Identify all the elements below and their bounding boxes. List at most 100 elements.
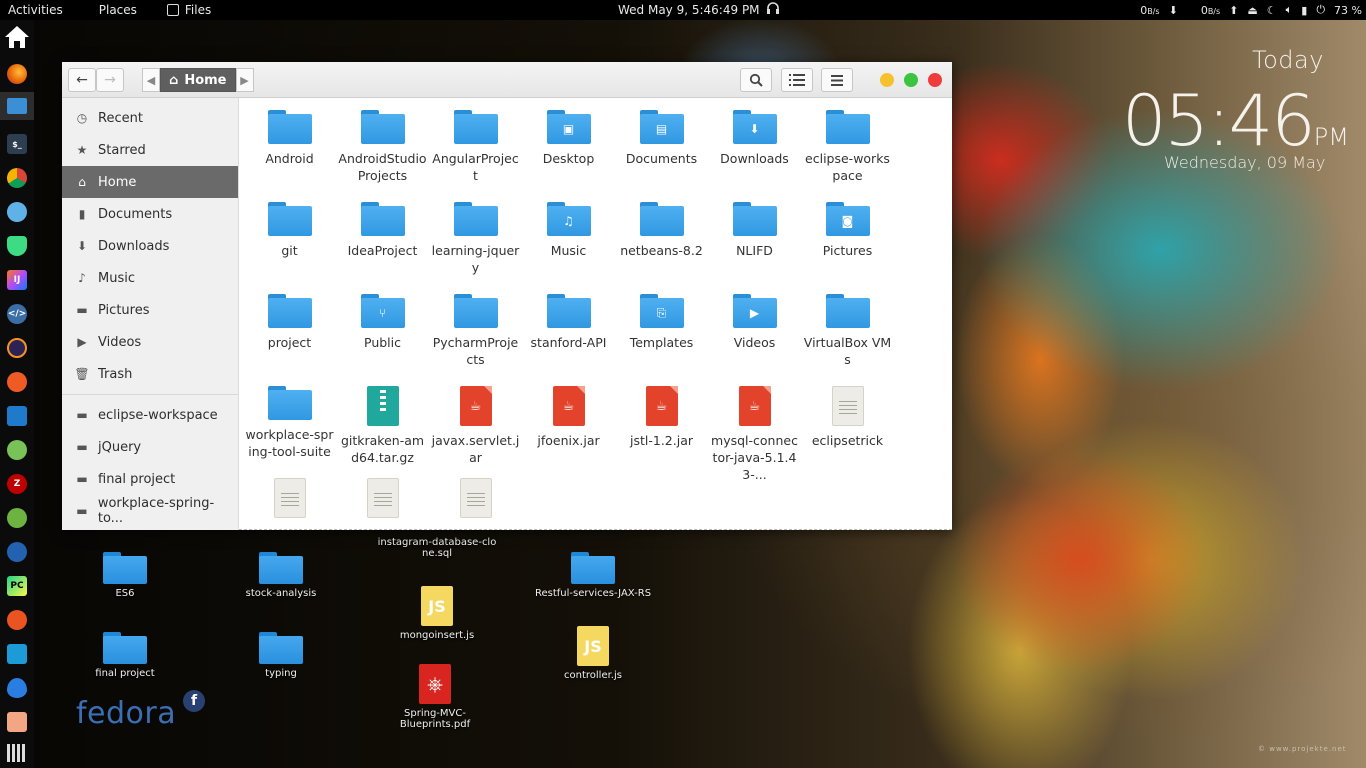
eject-icon[interactable]: ⏏ <box>1247 4 1257 17</box>
folder-item[interactable]: git <box>243 202 336 294</box>
path-scroll-left[interactable]: ◀ <box>142 68 160 92</box>
sidebar-item-trash[interactable]: 🗑︎ Trash <box>62 358 238 390</box>
file-item[interactable]: eclipsetrick <box>801 386 894 478</box>
monitor-icon[interactable] <box>7 542 27 562</box>
folder-item[interactable]: ⑂ Public <box>336 294 429 386</box>
desktop-js-file[interactable]: JS controller.js <box>533 626 653 681</box>
file-item[interactable] <box>336 478 429 530</box>
desktop-folder[interactable]: typing <box>221 632 341 679</box>
power-icon[interactable]: ⏻ <box>1316 3 1325 17</box>
home-dock-icon[interactable] <box>4 24 30 50</box>
clock[interactable]: Wed May 9, 5:46:49 PM <box>618 3 760 17</box>
places-menu[interactable]: Places <box>91 3 145 17</box>
file-item[interactable]: ☕︎ mysql-connector-java-5.1.43-... <box>708 386 801 482</box>
path-scroll-right[interactable]: ▶ <box>235 68 254 92</box>
drop-icon[interactable] <box>7 678 27 698</box>
files-app-menu[interactable]: Files <box>159 3 219 17</box>
list-view-button[interactable] <box>781 68 813 92</box>
folder-icon: ⬇ <box>732 110 777 144</box>
sidebar-item-home[interactable]: ⌂ Home <box>62 166 238 198</box>
folder-item[interactable]: workplace-spring-tool-suite <box>243 386 336 478</box>
folder-item[interactable]: NLIFD <box>708 202 801 294</box>
folder-item[interactable]: ▣ Desktop <box>522 110 615 202</box>
sidebar-item-videos[interactable]: ▶ Videos <box>62 326 238 358</box>
sidebar-item-downloads[interactable]: ⬇ Downloads <box>62 230 238 262</box>
folder-item[interactable]: IdeaProject <box>336 202 429 294</box>
activities-button[interactable]: Activities <box>0 3 71 17</box>
sidebar-bookmark[interactable]: ▬ eclipse-workspace <box>62 399 238 431</box>
maximize-button[interactable] <box>904 73 918 87</box>
path-home-button[interactable]: ⌂ Home <box>160 68 236 92</box>
close-button[interactable] <box>928 73 942 87</box>
folder-item[interactable]: netbeans-8.2 <box>615 202 708 294</box>
sidebar-item-recent[interactable]: ◷ Recent <box>62 102 238 134</box>
network-icon[interactable] <box>7 202 27 222</box>
files-app-label: Files <box>184 3 212 17</box>
fedora-logo-mark: f <box>183 690 205 712</box>
android-studio-icon[interactable] <box>7 236 27 256</box>
menu-button[interactable] <box>821 68 853 92</box>
file-item[interactable]: ☕︎ jstl-1.2.jar <box>615 386 708 478</box>
folder-item[interactable]: stanford-API <box>522 294 615 386</box>
sidebar-item-pictures[interactable]: ▬ Pictures <box>62 294 238 326</box>
folder-icon: ♫ <box>546 202 591 236</box>
desktop-js-file[interactable]: JS mongoinsert.js <box>377 586 497 641</box>
ubuntu-icon[interactable] <box>7 610 27 630</box>
files-dock-icon[interactable] <box>0 92 34 120</box>
desktop-folder[interactable]: Restful-services-JAX-RS <box>533 552 653 599</box>
folder-item[interactable]: ◙ Pictures <box>801 202 894 294</box>
vscode-icon[interactable] <box>7 406 27 426</box>
sidebar-item-documents[interactable]: ▮ Documents <box>62 198 238 230</box>
folder-item[interactable]: eclipse-workspace <box>801 110 894 202</box>
desktop-folder[interactable]: ES6 <box>65 552 185 599</box>
folder-item[interactable]: AngularProject <box>429 110 522 202</box>
sidebar-bookmark[interactable]: ▬ jQuery <box>62 431 238 463</box>
pycharm-icon[interactable]: PC <box>7 576 27 596</box>
folder-item[interactable]: ⬇ Downloads <box>708 110 801 202</box>
folder-item[interactable]: ▶ Videos <box>708 294 801 386</box>
folder-item[interactable]: AndroidStudio Projects <box>336 110 429 202</box>
android-icon[interactable] <box>7 440 27 460</box>
folder-item[interactable]: Android <box>243 110 336 202</box>
store-icon[interactable] <box>7 644 27 664</box>
forward-button[interactable]: → <box>96 68 124 92</box>
filezilla-icon[interactable]: Z <box>7 474 27 494</box>
status-area[interactable]: 0B/s ⬇ 0B/s ⬆ ⏏ ☾ 🔈︎ ▮ ⏻ 73 % <box>1140 3 1362 17</box>
folder-item[interactable]: PycharmProjects <box>429 294 522 386</box>
sidebar-item-starred[interactable]: ★ Starred <box>62 134 238 166</box>
terminal-icon[interactable]: $_ <box>7 134 27 154</box>
folder-item[interactable]: ⎘ Templates <box>615 294 708 386</box>
file-item[interactable]: ☕︎ javax.servlet.jar <box>429 386 522 478</box>
eclipse-icon[interactable] <box>7 338 27 358</box>
search-button[interactable] <box>740 68 772 92</box>
folder-item[interactable]: VirtualBox VMs <box>801 294 894 386</box>
file-item[interactable] <box>429 478 522 530</box>
folder-item[interactable]: project <box>243 294 336 386</box>
chrome-icon[interactable] <box>7 168 27 188</box>
back-button[interactable]: ← <box>68 68 96 92</box>
folder-item[interactable]: ♫ Music <box>522 202 615 294</box>
sidebar-bookmark[interactable]: ▬ final project <box>62 463 238 495</box>
folder-item[interactable]: ▤ Documents <box>615 110 708 202</box>
folder-item[interactable]: learning-jquery <box>429 202 522 294</box>
file-item[interactable] <box>243 478 336 530</box>
firefox-icon[interactable] <box>7 64 27 84</box>
desktop-pdf-file[interactable]: ⎈ Spring-MVC-Blueprints.pdf <box>375 664 495 730</box>
files-app-icon <box>166 4 179 16</box>
desktop-folder[interactable]: final project <box>65 632 185 679</box>
sidebar-item-music[interactable]: ♪ Music <box>62 262 238 294</box>
folder-icon <box>267 386 312 420</box>
sidebar-bookmark[interactable]: ▬ workplace-spring-to... <box>62 495 238 527</box>
app-grid-icon[interactable] <box>7 744 27 762</box>
dev-tool-icon[interactable]: </> <box>7 304 27 324</box>
file-label: NLIFD <box>736 243 773 258</box>
desktop-folder[interactable]: stock-analysis <box>221 552 341 599</box>
file-item[interactable]: gitkraken-amd64.tar.gz <box>336 386 429 478</box>
spring-icon[interactable] <box>7 508 27 528</box>
minimize-button[interactable] <box>880 73 894 87</box>
intellij-icon[interactable]: IJ <box>7 270 27 290</box>
file-item[interactable]: ☕︎ jfoenix.jar <box>522 386 615 478</box>
desktop-file[interactable]: instagram-database-clone.sql <box>377 533 497 559</box>
lock-app-icon[interactable] <box>7 712 27 732</box>
postman-icon[interactable] <box>7 372 27 392</box>
